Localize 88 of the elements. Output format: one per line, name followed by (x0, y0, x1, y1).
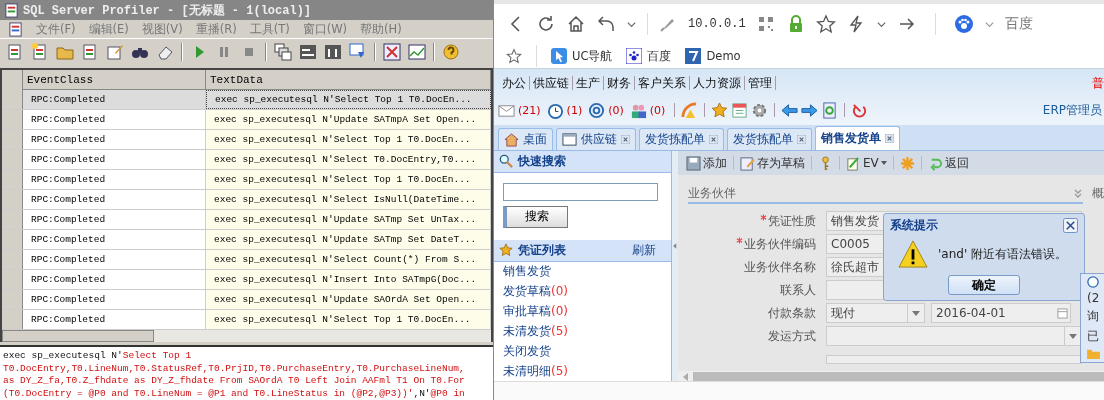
table-row[interactable]: RPC:Completed exec sp_executesql N'Update SATmp Set UnTax... (2, 210, 491, 230)
table-cell: exec sp_executesql N'Select Count(*) From S... (206, 250, 491, 269)
table-row[interactable]: RPC:Completed exec sp_executesql N'Insert Into SATmpG(Doc... (2, 270, 491, 290)
menu-item[interactable]: 办公 (499, 74, 529, 92)
panel-title: 快速搜索 (518, 152, 566, 170)
user-name[interactable]: ERP管理员 (1042, 101, 1104, 119)
bookmark-link[interactable]: UC导航 (551, 48, 613, 64)
table-row[interactable]: RPC:Completed exec sp_executesql N'Select Top 1 T0.DocEn... (2, 170, 491, 190)
table-cell: exec sp_executesql N'Select Top 1 T0.DocEn... (206, 170, 491, 189)
field-label: 付款条款 (767, 304, 817, 322)
tab[interactable]: 供应链 (556, 128, 636, 150)
table-cell: exec sp_executesql N'Update SAOrdA Set Open... (206, 290, 491, 309)
menu-item[interactable]: 客户关系 (635, 74, 689, 92)
list-item[interactable]: 发货草稿(0) (494, 281, 671, 302)
list-item[interactable]: 未清明细(5) (494, 361, 671, 382)
notification-text: (2 (1087, 291, 1100, 305)
search-engine-label[interactable]: 百度 (1004, 15, 1033, 33)
menu-item[interactable]: 管理 (745, 74, 775, 92)
table-cell: exec sp_executesql N'Update SATmp Set UnTax... (206, 210, 491, 229)
toolbar-button[interactable]: 返回 (925, 154, 971, 172)
field-label: 联系人 (779, 281, 817, 299)
window-title: SQL Server Profiler - [无标题 - 1(local)] (23, 2, 312, 19)
menu-item[interactable]: 财务 (604, 74, 634, 92)
menu-item[interactable]: 供应链 (530, 74, 572, 92)
table-cell: exec sp_executesql N'Select Top 1 T0.DocEn... (206, 90, 491, 109)
code-line: exec sp_executesql N'Select Top 1 (3, 350, 193, 363)
field-label: 业务伙伴名称 (743, 258, 817, 276)
table-row[interactable]: RPC:Completed exec sp_executesql N'Select Top 1 T0.DocEn... (2, 310, 491, 330)
code-line: T0.DocEntry,T0.LineNum,T0.StatusRef,T0.PrjID,T0.PurchaseEntry,T0.PurchaseLineNum, (3, 362, 466, 375)
dropdown[interactable]: 现付 (826, 303, 925, 323)
field-label: 发运方式 (767, 327, 817, 345)
table-cell: exec sp_executesql N'Select Top 1 T0.DocEn... (206, 310, 491, 329)
dialog-message: 'and' 附近有语法错误。 (938, 245, 1067, 263)
notification-text: 已 (1087, 328, 1099, 345)
date-field[interactable]: 2016-04-01 (931, 303, 1071, 323)
list-item[interactable]: 审批草稿(0) (494, 301, 671, 322)
tab[interactable]: 桌面 (498, 128, 553, 150)
ok-button[interactable]: 确定 (948, 275, 1020, 295)
field-label: 业务伙伴编码 (688, 235, 826, 253)
table-row[interactable]: RPC:Completed exec sp_executesql N'Update SAOrdA Set Open... (2, 290, 491, 310)
table-cell: exec sp_executesql N'Select T0.DocEntry,T0.... (206, 150, 491, 169)
tab[interactable]: 销售发货单 (815, 126, 900, 150)
code-line: (T0.DocEntry = @P0 and T0.LineNum = @P1 and T0.LineStatus in (@P2,@P3))',N'@P0 in (3, 387, 466, 400)
table-row[interactable]: RPC:Completed exec sp_executesql N'Select Top 1 T0.DocEn... (2, 130, 491, 150)
table-cell: RPC:Completed (23, 90, 206, 109)
count-label: (1) (566, 103, 583, 117)
toolbar-button[interactable]: EV (844, 155, 889, 171)
table-row[interactable]: RPC:Completed exec sp_executesql N'Select T0.DocEntry,T0.... (2, 150, 491, 170)
panel-title: 凭证列表 (518, 241, 566, 259)
tab[interactable]: 发货拣配单 (639, 128, 724, 150)
count-label: (0) (649, 103, 666, 117)
dialog-title: 系统提示 (890, 216, 938, 234)
table-cell: exec sp_executesql N'Insert Into SATmpG(Doc... (206, 270, 491, 289)
table-cell: exec sp_executesql N'Update SATmpA Set Open... (206, 110, 491, 129)
bookmark-link[interactable]: Demo (685, 48, 741, 64)
toolbar-button[interactable]: 存为草稿 (738, 154, 807, 172)
menu-item[interactable]: 生产 (573, 74, 603, 92)
tab-label: 发货拣配单 (645, 131, 705, 148)
list-item[interactable]: 关闭发货 (494, 341, 671, 362)
count-label: (21) (518, 103, 541, 117)
tab-label: 供应链 (581, 131, 617, 148)
list-item[interactable]: 未清发货(5) (494, 321, 671, 342)
toolbar-button[interactable]: 添加 (684, 154, 729, 172)
table-row[interactable]: RPC:Completed exec sp_executesql N'Select IsNull(DateTime... (2, 190, 491, 210)
menu-item[interactable]: 普 (1092, 74, 1104, 92)
table-cell: exec sp_executesql N'Update SATmp Set DateT... (206, 230, 491, 249)
notification-text: 询 (1087, 308, 1099, 325)
table-row[interactable]: RPC:Completed exec sp_executesql N'Update SATmpA Set Open... (2, 110, 491, 130)
menu-item[interactable]: 人力资源 (690, 74, 744, 92)
count-label: (0) (608, 103, 624, 117)
tab-label: 桌面 (523, 131, 547, 148)
tab[interactable]: 发货拣配单 (727, 128, 812, 150)
tab-label: 销售发货单 (821, 130, 881, 147)
address-text[interactable]: 10.0.0.1 (688, 17, 746, 31)
table-row[interactable]: RPC:Completed exec sp_executesql N'Select Count(*) From S... (2, 250, 491, 270)
refresh-link[interactable]: 刷新 (632, 241, 656, 259)
table-cell: exec sp_executesql N'Select Top 1 T0.DocEn... (206, 130, 491, 149)
table-row[interactable]: RPC:Completed exec sp_executesql N'Select Top 1 T0.DocEn... (2, 90, 491, 110)
list-item[interactable]: 销售发货 (494, 261, 671, 282)
table-row[interactable]: RPC:Completed exec sp_executesql N'Update SATmp Set DateT... (2, 230, 491, 250)
section-title: 业务伙伴 (688, 185, 736, 202)
tab-label: 发货拣配单 (733, 131, 793, 148)
code-line: as DY_Z_fa,T0.Z_fhdate as DY_Z_fhdate From SAOrdA T0 Left Join AAFml T1 On T0.For (3, 375, 466, 388)
section-title: 概 (1092, 185, 1104, 202)
search-button[interactable]: 搜索 (503, 205, 568, 228)
field-label: 凭证性质 (688, 212, 826, 230)
bookmark-link[interactable]: 百度 (626, 48, 672, 64)
table-cell: exec sp_executesql N'Select IsNull(DateTime... (206, 190, 491, 209)
